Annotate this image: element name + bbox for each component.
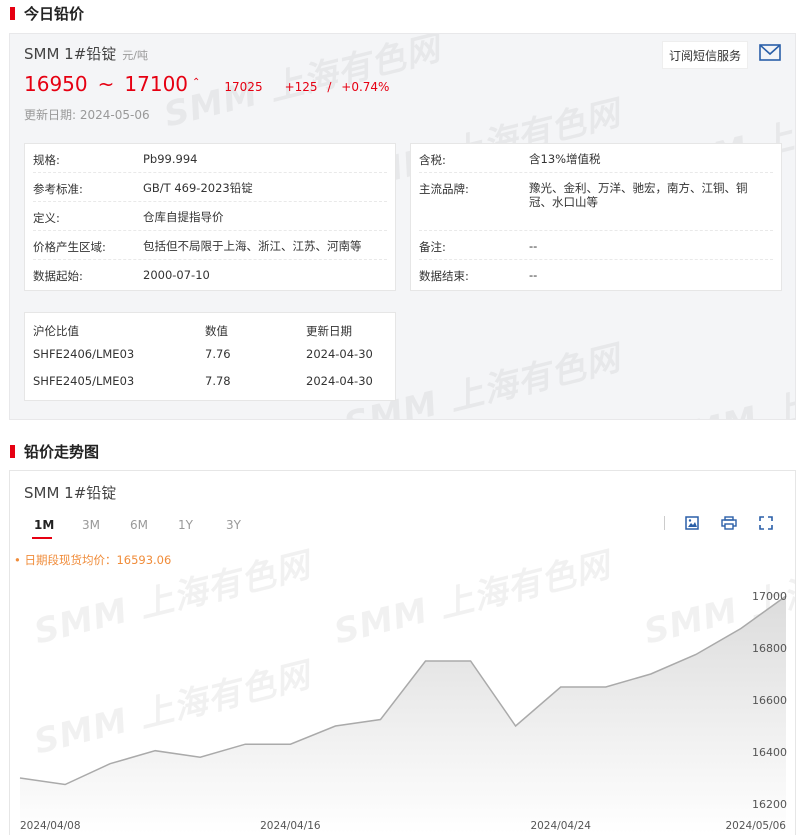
update-date: 更新日期: 2024-05-06 [24, 108, 150, 122]
spec-value: 包括但不局限于上海、浙江、江苏、河南等 [143, 239, 362, 253]
x-tick-label: 2024/04/08 [20, 820, 81, 832]
spec-table-right: 含税: 含13%增值税 主流品牌: 豫光、金利、万洋、驰宏，南方、江铜、铜冠、水… [410, 143, 782, 291]
price-panel: SMM 上海有色网 SMM 上海有色网 SMM 上海有色网 SMM 上海有色网 … [9, 33, 796, 420]
price-trend-panel: SMM 上海有色网 SMM 上海有色网 SMM 上海有色网 SMM 上海有色网 … [9, 470, 796, 835]
product-name: SMM 1#铅锭 [24, 45, 117, 63]
section-header-today-price: 今日铅价 [10, 2, 84, 24]
section-header-price-trend: 铅价走势图 [10, 440, 99, 462]
price-change-slash: / [327, 80, 332, 94]
spec-key: 规格: [33, 153, 60, 167]
ratio-header: 更新日期 [306, 324, 352, 338]
watermark: SMM 上海有色网 [660, 353, 796, 420]
spec-value: 仓库自提指导价 [143, 210, 224, 224]
series-area [20, 596, 786, 834]
spec-key: 价格产生区域: [33, 240, 106, 254]
product-title: SMM 1#铅锭 元/吨 [24, 43, 148, 64]
x-tick-label: 2024/05/06 [725, 820, 786, 832]
price-trend-chart: 16200 16400 16600 16800 17000 2024/04/08 2024/… [19, 590, 787, 834]
price-low: 16950 [24, 72, 88, 96]
ratio-cell: SHFE2406/LME03 [33, 347, 135, 361]
price-high: 17100 [124, 72, 189, 96]
price-unit: 元/吨 [122, 49, 149, 62]
spec-value: 含13%增值税 [529, 152, 601, 166]
spec-value: -- [529, 268, 538, 282]
x-tick-label: 2024/04/24 [530, 820, 591, 832]
spec-value: GB/T 469-2023铅锭 [143, 181, 253, 195]
spec-row: 备注: -- [419, 231, 773, 260]
spec-value: 2000-07-10 [143, 268, 210, 282]
section-marker [10, 444, 15, 458]
y-tick-label: 16800 [752, 642, 787, 655]
y-tick-label: 17000 [752, 590, 787, 603]
ratio-cell: 2024-04-30 [306, 347, 373, 361]
section-marker [10, 6, 15, 20]
ratio-cell: SHFE2405/LME03 [33, 374, 135, 388]
subscribe-sms-button[interactable]: 订阅短信服务 [661, 41, 748, 69]
spec-row: 主流品牌: 豫光、金利、万洋、驰宏，南方、江铜、铜冠、水口山等 [419, 173, 773, 231]
ratio-cell: 7.76 [205, 347, 231, 361]
spec-value: Pb99.994 [143, 152, 198, 166]
ratio-header: 沪伦比值 [33, 324, 79, 338]
mail-icon[interactable] [759, 44, 781, 61]
y-tick-label: 16600 [752, 694, 787, 707]
spec-row: 数据起始: 2000-07-10 [33, 260, 387, 288]
price-tilde: ~ [97, 72, 115, 96]
shfe-lme-ratio-table: 沪伦比值 数值 更新日期 SHFE2406/LME03 7.76 2024-04… [24, 312, 396, 401]
ratio-cell: 2024-04-30 [306, 374, 373, 388]
y-tick-label: 16200 [752, 798, 787, 811]
y-tick-label: 16400 [752, 746, 787, 759]
spec-row: 价格产生区域: 包括但不局限于上海、浙江、江苏、河南等 [33, 231, 387, 260]
price-range: 16950 ~17100 [24, 72, 188, 96]
section-title: 今日铅价 [24, 4, 85, 23]
spec-key: 数据起始: [33, 269, 83, 283]
spec-key: 备注: [419, 240, 446, 254]
spec-table-left: 规格: Pb99.994 参考标准: GB/T 469-2023铅锭 定义: 仓… [24, 143, 396, 291]
spec-key: 主流品牌: [419, 182, 469, 196]
ratio-header: 数值 [205, 324, 228, 338]
spec-key: 含税: [419, 153, 446, 167]
spec-key: 数据结束: [419, 269, 469, 283]
price-change-value: +125 [284, 80, 318, 94]
spec-row: 参考标准: GB/T 469-2023铅锭 [33, 173, 387, 202]
spec-row: 定义: 仓库自提指导价 [33, 202, 387, 231]
ratio-cell: 7.78 [205, 374, 231, 388]
spec-row: 数据结束: -- [419, 260, 773, 288]
price-summary: 16950 ~17100 ⌃ 17025 +125 / +0.74% [24, 72, 389, 96]
spec-row: 含税: 含13%增值税 [419, 144, 773, 173]
spec-value: -- [529, 239, 538, 253]
price-change: +125 / +0.74% [285, 80, 390, 94]
up-arrow-icon: ⌃ [192, 77, 201, 88]
price-change-percent: +0.74% [341, 80, 390, 94]
spec-row: 规格: Pb99.994 [33, 144, 387, 173]
spec-key: 参考标准: [33, 182, 83, 196]
spec-value: 豫光、金利、万洋、驰宏，南方、江铜、铜冠、水口山等 [529, 181, 748, 209]
spec-key: 定义: [33, 211, 60, 225]
x-tick-label: 2024/04/16 [260, 820, 321, 832]
price-average: 17025 [224, 80, 263, 94]
section-title: 铅价走势图 [24, 442, 100, 461]
